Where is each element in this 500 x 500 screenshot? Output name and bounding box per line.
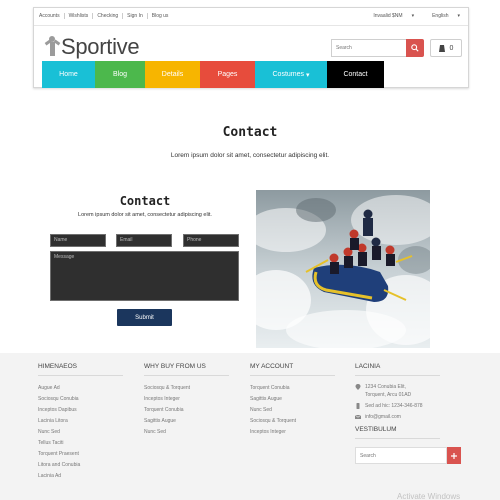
footer-email: info@gmail.com	[355, 413, 461, 421]
footer-link[interactable]: Litora and Conubia	[38, 460, 123, 471]
footer-phone: Sed ad hic: 1234-346-878	[355, 402, 461, 410]
footer-link[interactable]: Inceptos Integer	[144, 394, 229, 405]
nav-label: Details	[161, 71, 184, 78]
top-link-blog[interactable]: Blog us	[148, 13, 173, 19]
email-text[interactable]: info@gmail.com	[365, 413, 401, 421]
email-field[interactable]: Email	[116, 234, 172, 247]
nav-item-contact[interactable]: Contact	[327, 61, 384, 88]
top-link-sign-in[interactable]: Sign In	[123, 13, 148, 19]
email-placeholder: Email	[120, 237, 133, 243]
language-label: English	[432, 13, 449, 19]
person-icon	[44, 36, 61, 58]
search-icon	[411, 44, 419, 52]
search-bar	[331, 39, 424, 57]
phone-icon	[356, 403, 360, 409]
address-line-2: Torquent, Arcu 01AD	[365, 392, 412, 398]
phone-text: Sed ad hic: 1234-346-878	[365, 403, 423, 409]
footer-col-why-buy: Why buy from us Sociosqu & Torquent Ince…	[144, 363, 229, 438]
message-field[interactable]: Message	[50, 251, 239, 301]
nav-label: Home	[59, 71, 78, 78]
name-placeholder: Name	[54, 237, 68, 243]
footer-link[interactable]: Torquent Praesent	[38, 449, 123, 460]
footer-link[interactable]: Nunc Sed	[250, 405, 335, 416]
windows-activation-watermark: Activate Windows	[397, 492, 461, 500]
cart-button[interactable]: 0	[430, 39, 462, 57]
chevron-down-icon: ▾	[411, 13, 415, 19]
nav-label: Blog	[112, 71, 127, 78]
currency-label: Invaalid $NM	[373, 13, 403, 19]
footer-link[interactable]: Inceptos Integer	[250, 427, 335, 438]
cart-icon	[438, 44, 445, 52]
address-line-1: 1234 Conubia Elit,	[365, 384, 406, 390]
newsletter-search	[355, 447, 461, 464]
footer-link[interactable]: Torquent Conubia	[144, 405, 229, 416]
footer-col-himenaeos: Himenaeos Augue Ad Sociosqu Conubia Ince…	[38, 363, 123, 482]
form-subtitle: Lorem ipsum dolor sit amet, consectetur …	[78, 212, 212, 218]
phone-placeholder: Phone	[187, 237, 202, 243]
footer-link[interactable]: Sociosqu & Torquent	[250, 416, 335, 427]
top-bar: Accounts Wishlists Checking Sign In Blog…	[34, 8, 468, 26]
footer-col-lacinia: Lacinia 1234 Conubia Elit, Torquent, Arc…	[355, 363, 461, 464]
footer-link[interactable]: Nunc Sed	[144, 427, 229, 438]
message-placeholder: Message	[54, 254, 75, 260]
plus-icon	[451, 452, 457, 459]
cart-count: 0	[449, 44, 454, 52]
chevron-down-icon: ▾	[457, 13, 460, 19]
footer-link[interactable]: Sociosqu Conubia	[38, 394, 123, 405]
rafting-photo	[256, 190, 430, 348]
footer-search-button[interactable]	[447, 447, 461, 464]
top-right-selectors: Invaalid $NM ▾ English ▾	[355, 13, 460, 19]
top-link-wishlists[interactable]: Wishlists	[65, 13, 94, 19]
nav-item-costumes[interactable]: Costumes ▾	[255, 61, 327, 88]
footer-link[interactable]: Sagittis Augue	[144, 416, 229, 427]
currency-select[interactable]: Invaalid $NM ▾	[355, 13, 414, 19]
nav-item-pages[interactable]: Pages	[200, 61, 255, 88]
top-links: Accounts Wishlists Checking Sign In Blog…	[39, 13, 172, 19]
footer-col-my-account: My account Torquent Conubia Sagittis Aug…	[250, 363, 335, 438]
footer-heading: Lacinia	[355, 363, 440, 376]
footer-link[interactable]: Augue Ad	[38, 383, 123, 394]
footer-link[interactable]: Lacinia Ad	[38, 471, 123, 482]
language-select[interactable]: English ▾	[414, 13, 460, 19]
location-pin-icon	[355, 384, 361, 390]
site-logo[interactable]: Sportive	[44, 33, 140, 61]
nav-label: Pages	[217, 71, 238, 78]
footer-link[interactable]: Nunc Sed	[38, 427, 123, 438]
phone-field[interactable]: Phone	[183, 234, 239, 247]
top-link-checking[interactable]: Checking	[93, 13, 124, 19]
footer-link[interactable]: Tellus Taciti	[38, 438, 123, 449]
submit-label: Submit	[135, 314, 154, 321]
footer-address-2: Torquent, Arcu 01AD	[355, 391, 461, 399]
footer-link[interactable]: Inceptos Dapibus	[38, 405, 123, 416]
chevron-down-icon: ▾	[305, 71, 310, 79]
logo-text: Sportive	[61, 34, 140, 59]
name-field[interactable]: Name	[50, 234, 106, 247]
form-title: Contact	[119, 194, 171, 208]
submit-button[interactable]: Submit	[117, 309, 172, 326]
page-title: Contact	[222, 125, 278, 140]
site-footer: Himenaeos Augue Ad Sociosqu Conubia Ince…	[0, 353, 500, 500]
nav-label: Costumes	[272, 71, 305, 78]
site-header: Accounts Wishlists Checking Sign In Blog…	[33, 7, 469, 88]
page-subtitle: Lorem ipsum dolor sit amet, consectetur …	[170, 152, 330, 159]
footer-heading: My account	[250, 363, 335, 376]
footer-link[interactable]: Sagittis Augue	[250, 394, 335, 405]
footer-search-input[interactable]	[355, 447, 447, 464]
search-button[interactable]	[406, 39, 424, 57]
nav-item-home[interactable]: Home	[42, 61, 95, 88]
search-input[interactable]	[331, 39, 406, 57]
main-nav: Home Blog Details Pages Costumes ▾ Conta…	[42, 61, 384, 88]
footer-link[interactable]: Sociosqu & Torquent	[144, 383, 229, 394]
envelope-icon	[355, 414, 361, 419]
footer-link[interactable]: Lacinia Litora	[38, 416, 123, 427]
nav-label: Contact	[343, 71, 368, 78]
footer-heading: Why buy from us	[144, 363, 229, 376]
footer-address: 1234 Conubia Elit,	[355, 383, 461, 391]
footer-heading: Himenaeos	[38, 363, 123, 376]
footer-heading: Vestibulum	[355, 426, 440, 439]
top-link-accounts[interactable]: Accounts	[39, 13, 65, 19]
nav-item-details[interactable]: Details	[145, 61, 200, 88]
nav-item-blog[interactable]: Blog	[95, 61, 145, 88]
footer-link[interactable]: Torquent Conubia	[250, 383, 335, 394]
